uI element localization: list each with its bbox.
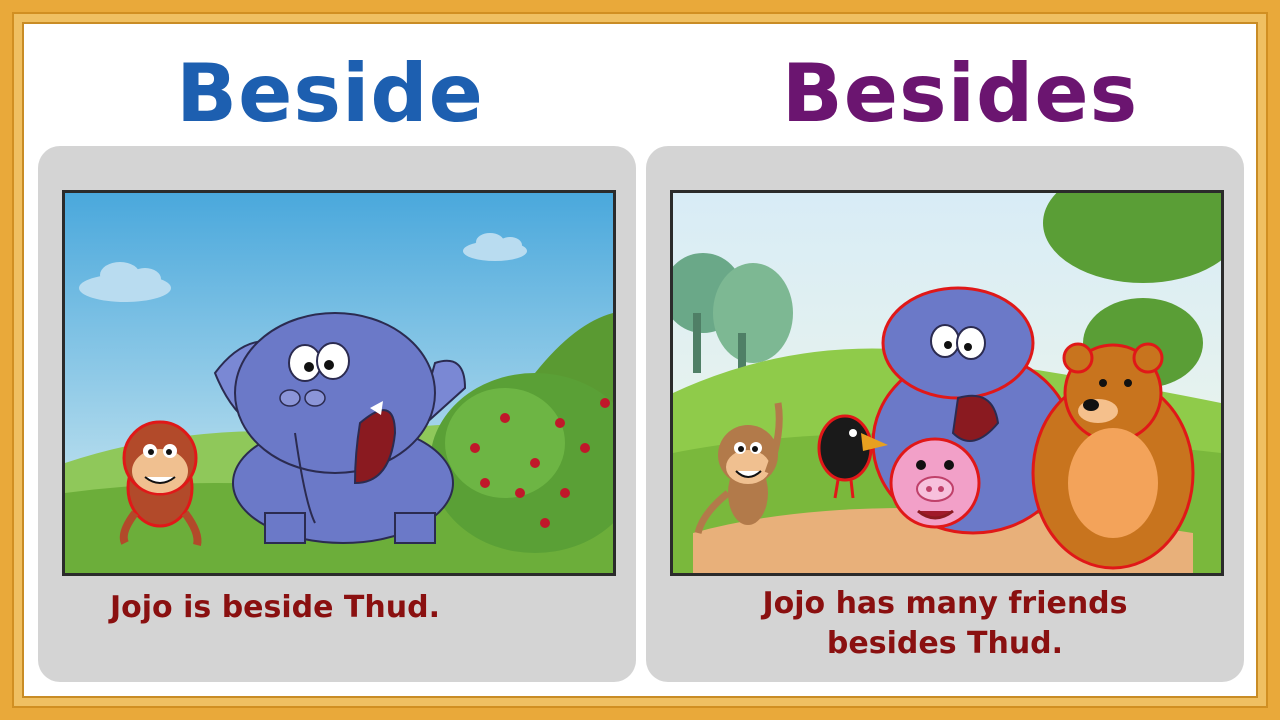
caption-besides: Jojo has many friends besides Thud. [656, 584, 1234, 664]
monkey-with-friends-illustration [673, 193, 1221, 573]
beside-illustration [62, 190, 616, 576]
monkey-beside-elephant-illustration [65, 193, 613, 573]
title-beside: Beside [176, 47, 484, 140]
pig [889, 437, 981, 529]
panel-besides: Jojo has many friends besides Thud. [646, 146, 1244, 682]
caption-besides-line1: Jojo has many friends [762, 586, 1128, 621]
panel-beside: Jojo is beside Thud. [38, 146, 636, 682]
caption-beside: Jojo is beside Thud. [110, 590, 440, 625]
besides-illustration [670, 190, 1224, 576]
caption-besides-line2: besides Thud. [826, 626, 1064, 661]
title-besides: Besides [781, 47, 1139, 140]
